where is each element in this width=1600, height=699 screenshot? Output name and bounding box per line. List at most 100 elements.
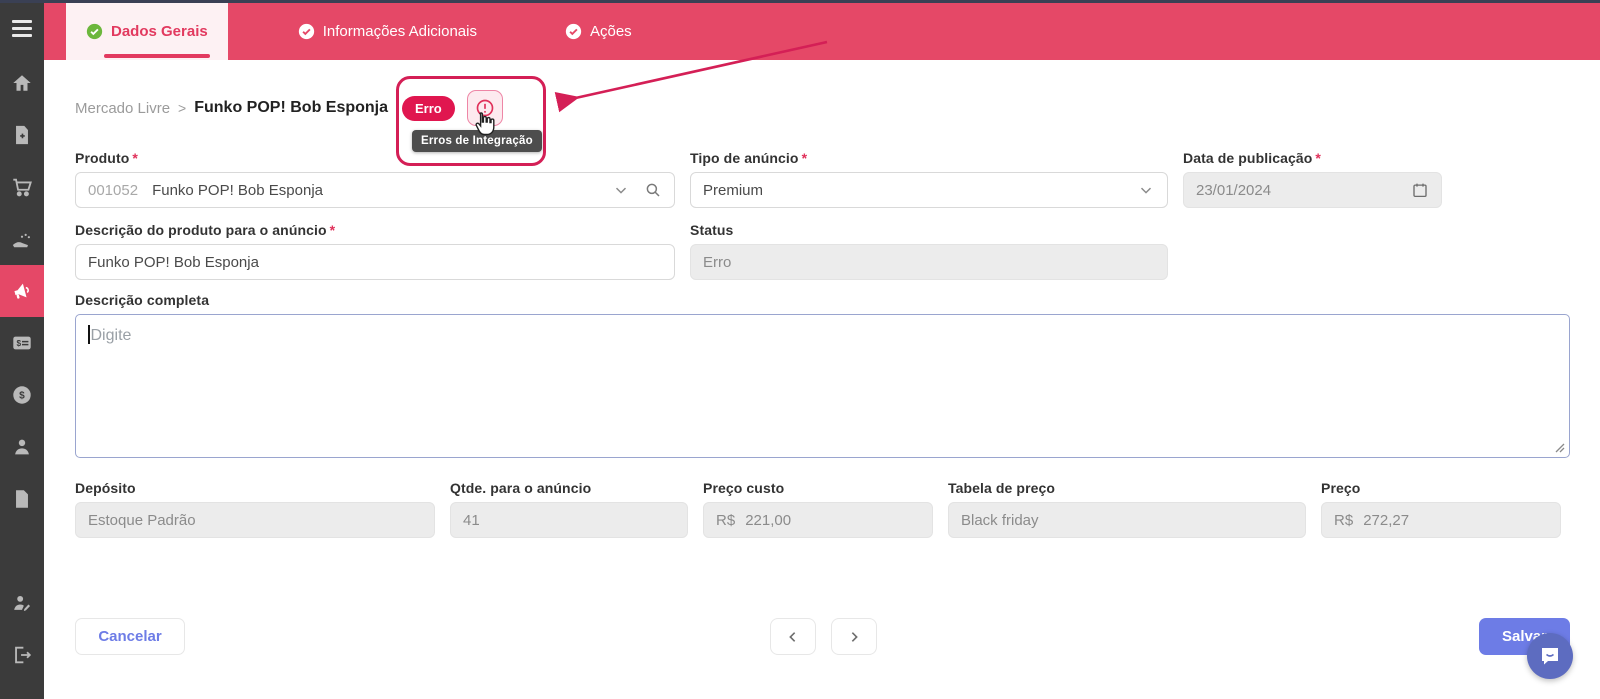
form-row-3: Descrição completa Digite bbox=[75, 292, 1570, 458]
descricao-completa-textarea[interactable]: Digite bbox=[75, 314, 1570, 458]
sidebar-item-documents[interactable] bbox=[0, 109, 44, 161]
home-icon bbox=[11, 72, 33, 94]
resize-handle-icon[interactable] bbox=[1553, 441, 1565, 453]
main-content: Mercado Livre > Funko POP! Bob Esponja E… bbox=[44, 60, 1600, 699]
required-asterisk: * bbox=[1315, 150, 1321, 166]
field-deposito: Depósito Estoque Padrão bbox=[75, 480, 435, 538]
descricao-completa-label: Descrição completa bbox=[75, 292, 209, 308]
sidebar-item-profile-edit[interactable] bbox=[0, 577, 44, 629]
required-asterisk: * bbox=[802, 150, 808, 166]
sidebar: $ $ bbox=[0, 0, 44, 699]
window-top-strip bbox=[0, 0, 1600, 3]
field-status: Status Erro bbox=[690, 222, 1168, 280]
svg-text:$: $ bbox=[17, 339, 22, 348]
sidebar-item-cart[interactable] bbox=[0, 161, 44, 213]
check-circle-icon bbox=[565, 23, 582, 40]
search-icon[interactable] bbox=[644, 181, 662, 199]
tipo-anuncio-label: Tipo de anúncio bbox=[690, 150, 799, 166]
hand-coins-icon bbox=[11, 228, 33, 250]
check-circle-icon bbox=[298, 23, 315, 40]
qtde-value: 41 bbox=[463, 512, 675, 529]
tipo-anuncio-select[interactable]: Premium bbox=[690, 172, 1168, 208]
field-produto: Produto* 001052 Funko POP! Bob Esponja bbox=[75, 150, 675, 208]
sidebar-item-ads[interactable] bbox=[0, 265, 44, 317]
sidebar-item-people[interactable] bbox=[0, 421, 44, 473]
form-row-4: Depósito Estoque Padrão Qtde. para o anú… bbox=[75, 480, 1570, 538]
preco-value: 272,27 bbox=[1363, 512, 1548, 529]
sidebar-item-logout[interactable] bbox=[0, 629, 44, 681]
field-qtde: Qtde. para o anúncio 41 bbox=[450, 480, 688, 538]
dollar-circle-icon: $ bbox=[11, 384, 33, 406]
sidebar-item-reports[interactable] bbox=[0, 473, 44, 525]
descricao-produto-input[interactable]: Funko POP! Bob Esponja bbox=[75, 244, 675, 280]
hamburger-icon bbox=[12, 20, 32, 37]
breadcrumb-parent[interactable]: Mercado Livre bbox=[75, 100, 170, 117]
field-preco: Preço R$ 272,27 bbox=[1321, 480, 1561, 538]
required-asterisk: * bbox=[132, 150, 138, 166]
tabela-preco-input: Black friday bbox=[948, 502, 1306, 538]
descricao-produto-value: Funko POP! Bob Esponja bbox=[88, 254, 662, 271]
price-list-icon: $ bbox=[11, 332, 33, 354]
qtde-label: Qtde. para o anúncio bbox=[450, 480, 591, 496]
hamburger-menu-button[interactable] bbox=[0, 0, 44, 57]
currency-prefix: R$ bbox=[716, 512, 735, 529]
support-chat-button[interactable] bbox=[1527, 633, 1573, 679]
field-tipo-anuncio: Tipo de anúncio* Premium bbox=[690, 150, 1168, 208]
top-tab-bar: Dados Gerais Informações Adicionais Açõe… bbox=[44, 3, 1600, 60]
document-icon bbox=[11, 488, 33, 510]
status-input: Erro bbox=[690, 244, 1168, 280]
form-row-1: Produto* 001052 Funko POP! Bob Esponja T… bbox=[75, 150, 1570, 208]
sidebar-item-home[interactable] bbox=[0, 57, 44, 109]
chevron-left-icon bbox=[785, 629, 801, 645]
chevron-down-icon[interactable] bbox=[612, 181, 630, 199]
descricao-produto-label: Descrição do produto para o anúncio bbox=[75, 222, 327, 238]
tabela-preco-label: Tabela de preço bbox=[948, 480, 1055, 496]
text-caret bbox=[88, 325, 90, 344]
qtde-input: 41 bbox=[450, 502, 688, 538]
sidebar-item-finance[interactable]: $ bbox=[0, 369, 44, 421]
produto-value: Funko POP! Bob Esponja bbox=[152, 182, 612, 199]
cancel-button[interactable]: Cancelar bbox=[75, 618, 185, 655]
page-title: Funko POP! Bob Esponja bbox=[194, 99, 388, 117]
produto-code: 001052 bbox=[88, 182, 138, 199]
sidebar-item-receivables[interactable] bbox=[0, 213, 44, 265]
check-circle-icon bbox=[86, 23, 103, 40]
previous-record-button[interactable] bbox=[770, 618, 816, 655]
calendar-icon bbox=[1411, 181, 1429, 199]
deposito-value: Estoque Padrão bbox=[88, 512, 422, 529]
form-row-2: Descrição do produto para o anúncio* Fun… bbox=[75, 222, 1570, 280]
tab-label: Ações bbox=[590, 23, 632, 40]
field-data-publicacao: Data de publicação* 23/01/2024 bbox=[1183, 150, 1442, 208]
status-value: Erro bbox=[703, 254, 1155, 271]
megaphone-icon bbox=[11, 280, 33, 302]
deposito-input: Estoque Padrão bbox=[75, 502, 435, 538]
tab-acoes[interactable]: Ações bbox=[545, 3, 652, 60]
status-label: Status bbox=[690, 222, 733, 238]
sidebar-item-price-table[interactable]: $ bbox=[0, 317, 44, 369]
integration-errors-button[interactable] bbox=[467, 90, 503, 126]
field-descricao-completa: Descrição completa Digite bbox=[75, 292, 1570, 458]
breadcrumb: Mercado Livre > Funko POP! Bob Esponja E… bbox=[75, 86, 1570, 130]
produto-label: Produto bbox=[75, 150, 129, 166]
chat-bubble-icon bbox=[1538, 644, 1562, 668]
currency-prefix: R$ bbox=[1334, 512, 1353, 529]
tab-label: Dados Gerais bbox=[111, 23, 208, 40]
tab-informacoes-adicionais[interactable]: Informações Adicionais bbox=[278, 3, 497, 60]
tabela-preco-value: Black friday bbox=[961, 512, 1293, 529]
chevron-down-icon[interactable] bbox=[1137, 181, 1155, 199]
next-record-button[interactable] bbox=[831, 618, 877, 655]
data-publicacao-input: 23/01/2024 bbox=[1183, 172, 1442, 208]
tipo-anuncio-value: Premium bbox=[703, 182, 1137, 199]
data-publicacao-value: 23/01/2024 bbox=[1196, 182, 1411, 199]
exclamation-circle-icon bbox=[475, 98, 495, 118]
breadcrumb-separator: > bbox=[178, 100, 186, 116]
preco-input: R$ 272,27 bbox=[1321, 502, 1561, 538]
tab-label: Informações Adicionais bbox=[323, 23, 477, 40]
user-edit-icon bbox=[11, 592, 33, 614]
tab-dados-gerais[interactable]: Dados Gerais bbox=[66, 3, 228, 60]
produto-select[interactable]: 001052 Funko POP! Bob Esponja bbox=[75, 172, 675, 208]
file-plus-icon bbox=[11, 124, 33, 146]
footer-actions: Cancelar Salvar bbox=[75, 618, 1570, 655]
preco-custo-value: 221,00 bbox=[745, 512, 920, 529]
required-asterisk: * bbox=[330, 222, 336, 238]
